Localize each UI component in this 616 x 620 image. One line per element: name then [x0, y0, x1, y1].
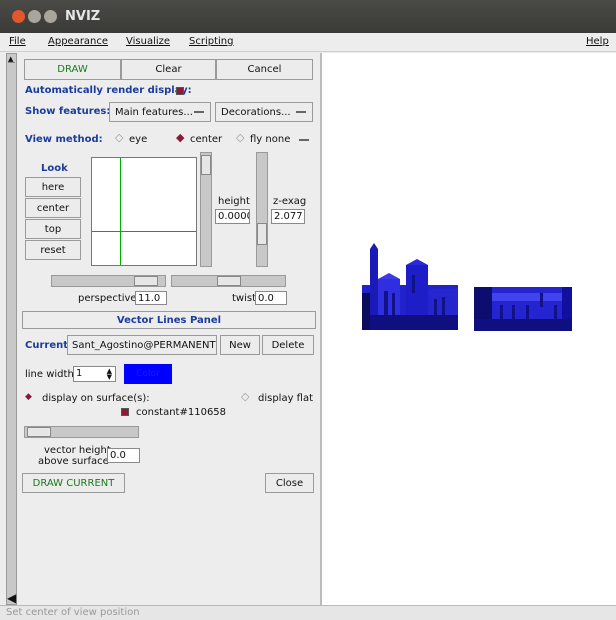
twist-slider-thumb[interactable]	[217, 276, 241, 286]
zexag-field[interactable]: 2.077	[271, 209, 305, 224]
perspective-slider[interactable]	[51, 275, 166, 287]
center-radio-label: center	[190, 134, 223, 145]
current-label: Current:	[25, 340, 73, 351]
display-on-surface-label: display on surface(s):	[42, 393, 150, 404]
close-panel-button[interactable]: Close	[265, 473, 314, 493]
vector-panel-header: Vector Lines Panel	[22, 311, 316, 329]
vector-height-field[interactable]: 0.0	[107, 448, 140, 463]
line-width-label: line width	[25, 369, 74, 380]
display-flat-radio-icon[interactable]: ◇	[241, 390, 249, 403]
display-flat-label: display flat	[258, 393, 314, 404]
eye-radio-label: eye	[129, 134, 148, 145]
vector-height-label-line1: vector height	[44, 445, 111, 456]
look-label: Look	[41, 163, 68, 174]
display-on-surface-radio-icon[interactable]: ◆	[25, 392, 32, 402]
height-field[interactable]: 0.0000	[215, 209, 250, 224]
scroll-up-arrow-icon[interactable]: ▲	[8, 55, 15, 63]
decorations-menu[interactable]: Decorations...	[215, 102, 313, 122]
perspective-slider-thumb[interactable]	[134, 276, 158, 286]
vector-height-label-line2: above surface	[38, 456, 109, 467]
main-features-menu[interactable]: Main features...	[109, 102, 211, 122]
vector-height-slider[interactable]	[24, 426, 139, 438]
minimize-window-icon[interactable]	[28, 10, 41, 23]
zexag-slider-thumb[interactable]	[257, 223, 267, 245]
rendered-buildings	[362, 243, 572, 331]
look-reset-button[interactable]: reset	[25, 240, 81, 260]
clear-button[interactable]: Clear	[121, 59, 216, 80]
position-crosshair-vertical	[120, 158, 121, 265]
spin-arrows-icon[interactable]: ▲ ▼	[107, 368, 112, 381]
delete-vector-button[interactable]: Delete	[262, 335, 314, 355]
look-here-button[interactable]: here	[25, 177, 81, 197]
menu-indicator-icon	[296, 111, 306, 113]
status-bar: Set center of view position	[0, 605, 616, 620]
twist-field[interactable]: 0.0	[255, 291, 287, 305]
center-radio-icon[interactable]: ◆	[176, 131, 184, 144]
left-panel-scrollbar[interactable]: ▲ ◀	[6, 53, 17, 605]
menu-indicator-icon	[194, 111, 204, 113]
vector-height-slider-thumb[interactable]	[27, 427, 51, 437]
title-bar: NVIZ	[0, 0, 616, 33]
surface-name: constant#110658	[136, 407, 227, 418]
render-canvas[interactable]	[322, 53, 616, 605]
auto-render-label: Automatically render display:	[25, 85, 192, 96]
look-top-button[interactable]: top	[25, 219, 81, 239]
current-vector-selector[interactable]: Sant_Agostino@PERMANENT	[67, 335, 217, 355]
close-window-icon[interactable]	[12, 10, 25, 23]
twist-slider[interactable]	[171, 275, 286, 287]
building-left	[362, 243, 458, 330]
height-slider[interactable]	[200, 152, 212, 267]
look-center-button[interactable]: center	[25, 198, 81, 218]
line-width-value: 1	[76, 368, 83, 379]
show-features-label: Show features:	[25, 106, 111, 117]
menu-scripting[interactable]: Scripting	[189, 36, 233, 47]
vector-color-text: Color	[136, 369, 160, 379]
building-right	[474, 287, 572, 331]
vector-panel-title: Vector Lines Panel	[116, 314, 222, 326]
line-width-spinbox[interactable]: 1 ▲ ▼	[73, 366, 116, 382]
surface-checkbox[interactable]	[121, 408, 129, 416]
menu-visualize[interactable]: Visualize	[126, 36, 170, 47]
decorations-text: Decorations...	[221, 106, 291, 118]
position-crosshair-horizontal	[92, 231, 196, 232]
menu-file[interactable]: File	[9, 36, 26, 47]
perspective-label: perspective	[78, 293, 137, 304]
zexag-label: z-exag	[273, 196, 307, 207]
main-features-text: Main features...	[115, 106, 193, 118]
perspective-field[interactable]: 11.0	[135, 291, 167, 305]
window-title: NVIZ	[65, 9, 101, 24]
fly-menu-indicator-icon[interactable]	[299, 139, 309, 141]
scroll-left-arrow-icon[interactable]: ◀	[7, 591, 16, 605]
twist-label: twist	[232, 293, 257, 304]
draw-current-button[interactable]: DRAW CURRENT	[22, 473, 125, 493]
cancel-button[interactable]: Cancel	[216, 59, 313, 80]
menu-help[interactable]: Help	[586, 36, 609, 47]
height-slider-thumb[interactable]	[201, 155, 211, 175]
fly-radio-label: fly none	[250, 134, 291, 145]
eye-radio-icon[interactable]: ◇	[115, 131, 123, 144]
new-vector-button[interactable]: New	[220, 335, 260, 355]
menu-appearance[interactable]: Appearance	[48, 36, 108, 47]
vector-color-button[interactable]: Color	[124, 364, 172, 384]
auto-render-checkbox[interactable]	[176, 87, 184, 95]
zexag-slider[interactable]	[256, 152, 268, 267]
menu-bar: File Appearance Visualize Scripting Help	[0, 33, 616, 52]
height-label: height	[218, 196, 250, 207]
status-text: Set center of view position	[6, 607, 140, 618]
maximize-window-icon[interactable]	[44, 10, 57, 23]
fly-radio-icon[interactable]: ◇	[236, 131, 244, 144]
view-method-label: View method:	[25, 134, 103, 145]
view-position-canvas[interactable]	[91, 157, 197, 266]
draw-button[interactable]: DRAW	[24, 59, 121, 80]
